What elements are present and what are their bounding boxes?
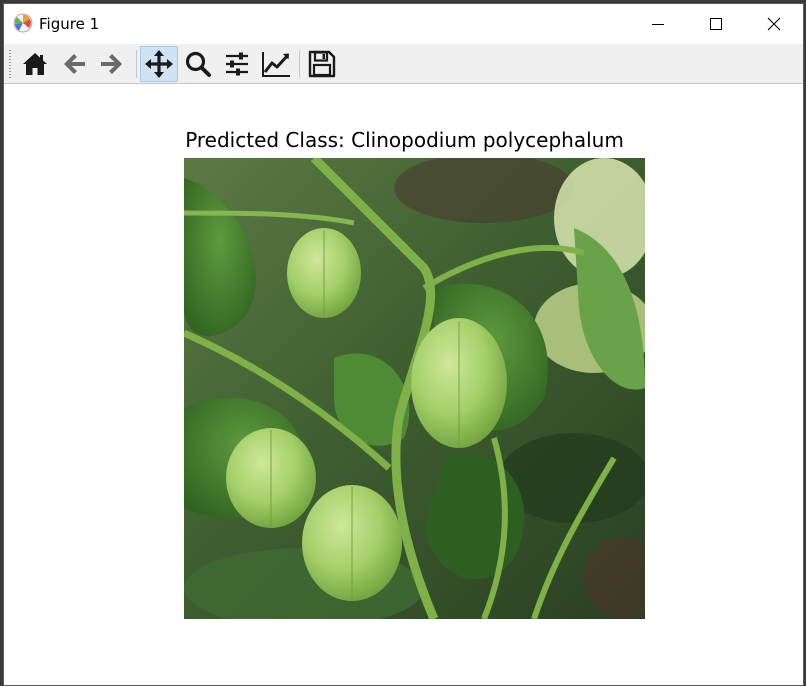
arrow-left-icon (64, 54, 85, 74)
close-button[interactable] (745, 4, 803, 44)
arrow-right-icon (101, 54, 122, 74)
close-icon (767, 17, 781, 31)
sliders-icon (226, 52, 248, 76)
minimize-icon (652, 24, 664, 25)
configure-subplots-button[interactable] (218, 46, 256, 82)
save-button[interactable] (303, 46, 341, 82)
matplotlib-logo-icon (13, 13, 33, 33)
magnifier-icon (185, 51, 211, 77)
figure-window: Figure 1 Predicted Class: Clinopodium po… (3, 3, 804, 686)
navigation-toolbar (4, 44, 803, 84)
back-button[interactable] (55, 46, 93, 82)
toolbar-separator (299, 50, 300, 78)
edit-axes-button[interactable] (257, 46, 295, 82)
forward-button[interactable] (93, 46, 131, 82)
home-icon (23, 53, 47, 75)
pan-button[interactable] (140, 46, 178, 82)
toolbar-grip (9, 50, 11, 78)
line-chart-icon (262, 52, 290, 77)
move-icon (145, 50, 173, 78)
home-button[interactable] (16, 46, 54, 82)
plot-title: Predicted Class: Clinopodium polycephalu… (185, 128, 624, 152)
window-title: Figure 1 (39, 15, 100, 33)
title-bar: Figure 1 (4, 4, 803, 44)
toolbar-separator (136, 50, 137, 78)
floppy-disk-icon (308, 50, 336, 78)
plant-photo (184, 158, 645, 619)
minimize-button[interactable] (629, 4, 687, 44)
maximize-button[interactable] (687, 4, 745, 44)
maximize-icon (710, 18, 722, 30)
figure-canvas[interactable]: Predicted Class: Clinopodium polycephalu… (4, 84, 803, 685)
zoom-button[interactable] (179, 46, 217, 82)
